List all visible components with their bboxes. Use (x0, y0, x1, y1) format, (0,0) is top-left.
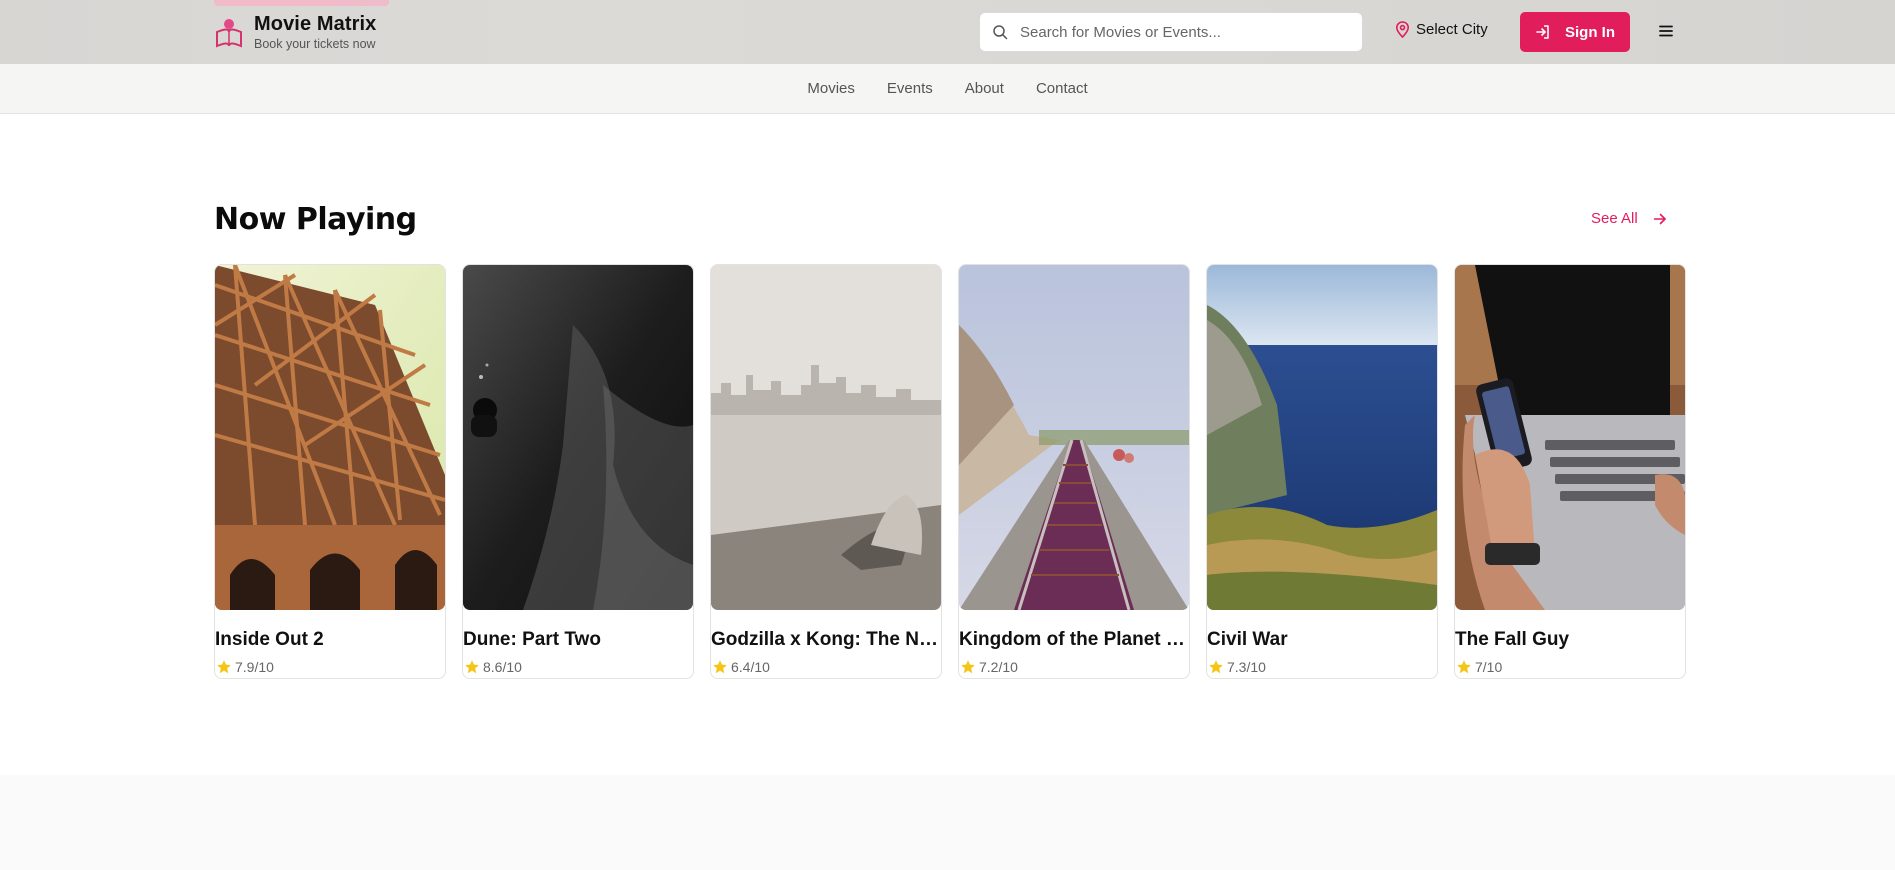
nav-item-contact[interactable]: Contact (1036, 80, 1088, 97)
nav-item-events[interactable]: Events (887, 80, 933, 97)
movie-title: Civil War (1207, 629, 1288, 650)
movie-rating: 7.9/10 (216, 659, 274, 675)
map-pin-icon (1395, 21, 1410, 38)
rating-value: 8.6/10 (483, 659, 522, 675)
movie-poster (215, 265, 445, 610)
nav-item-movies[interactable]: Movies (807, 80, 855, 97)
sign-in-button[interactable]: Sign In (1520, 12, 1630, 52)
footer-section (0, 775, 1895, 870)
search-icon (993, 25, 1008, 40)
top-header: Movie Matrix Book your tickets now Selec… (0, 0, 1895, 64)
search-box[interactable] (979, 12, 1363, 52)
star-icon (961, 660, 975, 674)
rating-value: 7.9/10 (235, 659, 274, 675)
movie-title: Inside Out 2 (215, 629, 324, 650)
select-city-button[interactable]: Select City (1395, 21, 1488, 38)
movie-card[interactable]: The Fall Guy 7/10 (1454, 264, 1686, 679)
movie-card[interactable]: Civil War 7.3/10 (1206, 264, 1438, 679)
movie-title: Kingdom of the Planet o... (959, 629, 1189, 650)
movie-card[interactable]: Godzilla x Kong: The Ne... 6.4/10 (710, 264, 942, 679)
star-icon (217, 660, 231, 674)
movie-rating: 7/10 (1456, 659, 1502, 675)
arrow-right-icon (1653, 213, 1666, 224)
movie-title: Dune: Part Two (463, 629, 601, 650)
city-label: Select City (1416, 21, 1488, 38)
movie-poster (1455, 265, 1685, 610)
rating-value: 7.3/10 (1227, 659, 1266, 675)
movie-card[interactable]: Inside Out 2 7.9/10 (214, 264, 446, 679)
movie-rating: 6.4/10 (712, 659, 770, 675)
star-icon (713, 660, 727, 674)
movie-poster (1207, 265, 1437, 610)
sign-in-label: Sign In (1565, 23, 1615, 41)
rating-value: 7.2/10 (979, 659, 1018, 675)
brand-title: Movie Matrix (254, 13, 377, 35)
main-nav: Movies Events About Contact (0, 64, 1895, 114)
star-icon (465, 660, 479, 674)
movie-card[interactable]: Kingdom of the Planet o... 7.2/10 (958, 264, 1190, 679)
movie-title: The Fall Guy (1455, 629, 1570, 650)
movie-rating: 8.6/10 (464, 659, 522, 675)
brand-subtitle: Book your tickets now (254, 37, 376, 51)
search-input[interactable] (1020, 23, 1340, 41)
see-all-link[interactable]: See All (1591, 210, 1668, 227)
movie-rating: 7.3/10 (1208, 659, 1266, 675)
movie-poster (463, 265, 693, 610)
menu-icon[interactable] (1657, 22, 1675, 40)
movie-poster (959, 265, 1189, 610)
brand-logo[interactable]: Movie Matrix Book your tickets now (214, 12, 376, 52)
rating-value: 6.4/10 (731, 659, 770, 675)
nav-item-about[interactable]: About (965, 80, 1004, 97)
movie-title: Godzilla x Kong: The Ne... (711, 629, 941, 650)
decorative-strip (214, 0, 389, 6)
section-title: Now Playing (214, 202, 417, 237)
login-icon (1536, 25, 1549, 39)
star-icon (1209, 660, 1223, 674)
star-icon (1457, 660, 1471, 674)
movie-card[interactable]: Dune: Part Two 8.6/10 (462, 264, 694, 679)
movie-poster (711, 265, 941, 610)
rating-value: 7/10 (1475, 659, 1503, 675)
see-all-label: See All (1591, 210, 1638, 227)
ticket-book-icon (216, 19, 242, 48)
movie-rating: 7.2/10 (960, 659, 1018, 675)
